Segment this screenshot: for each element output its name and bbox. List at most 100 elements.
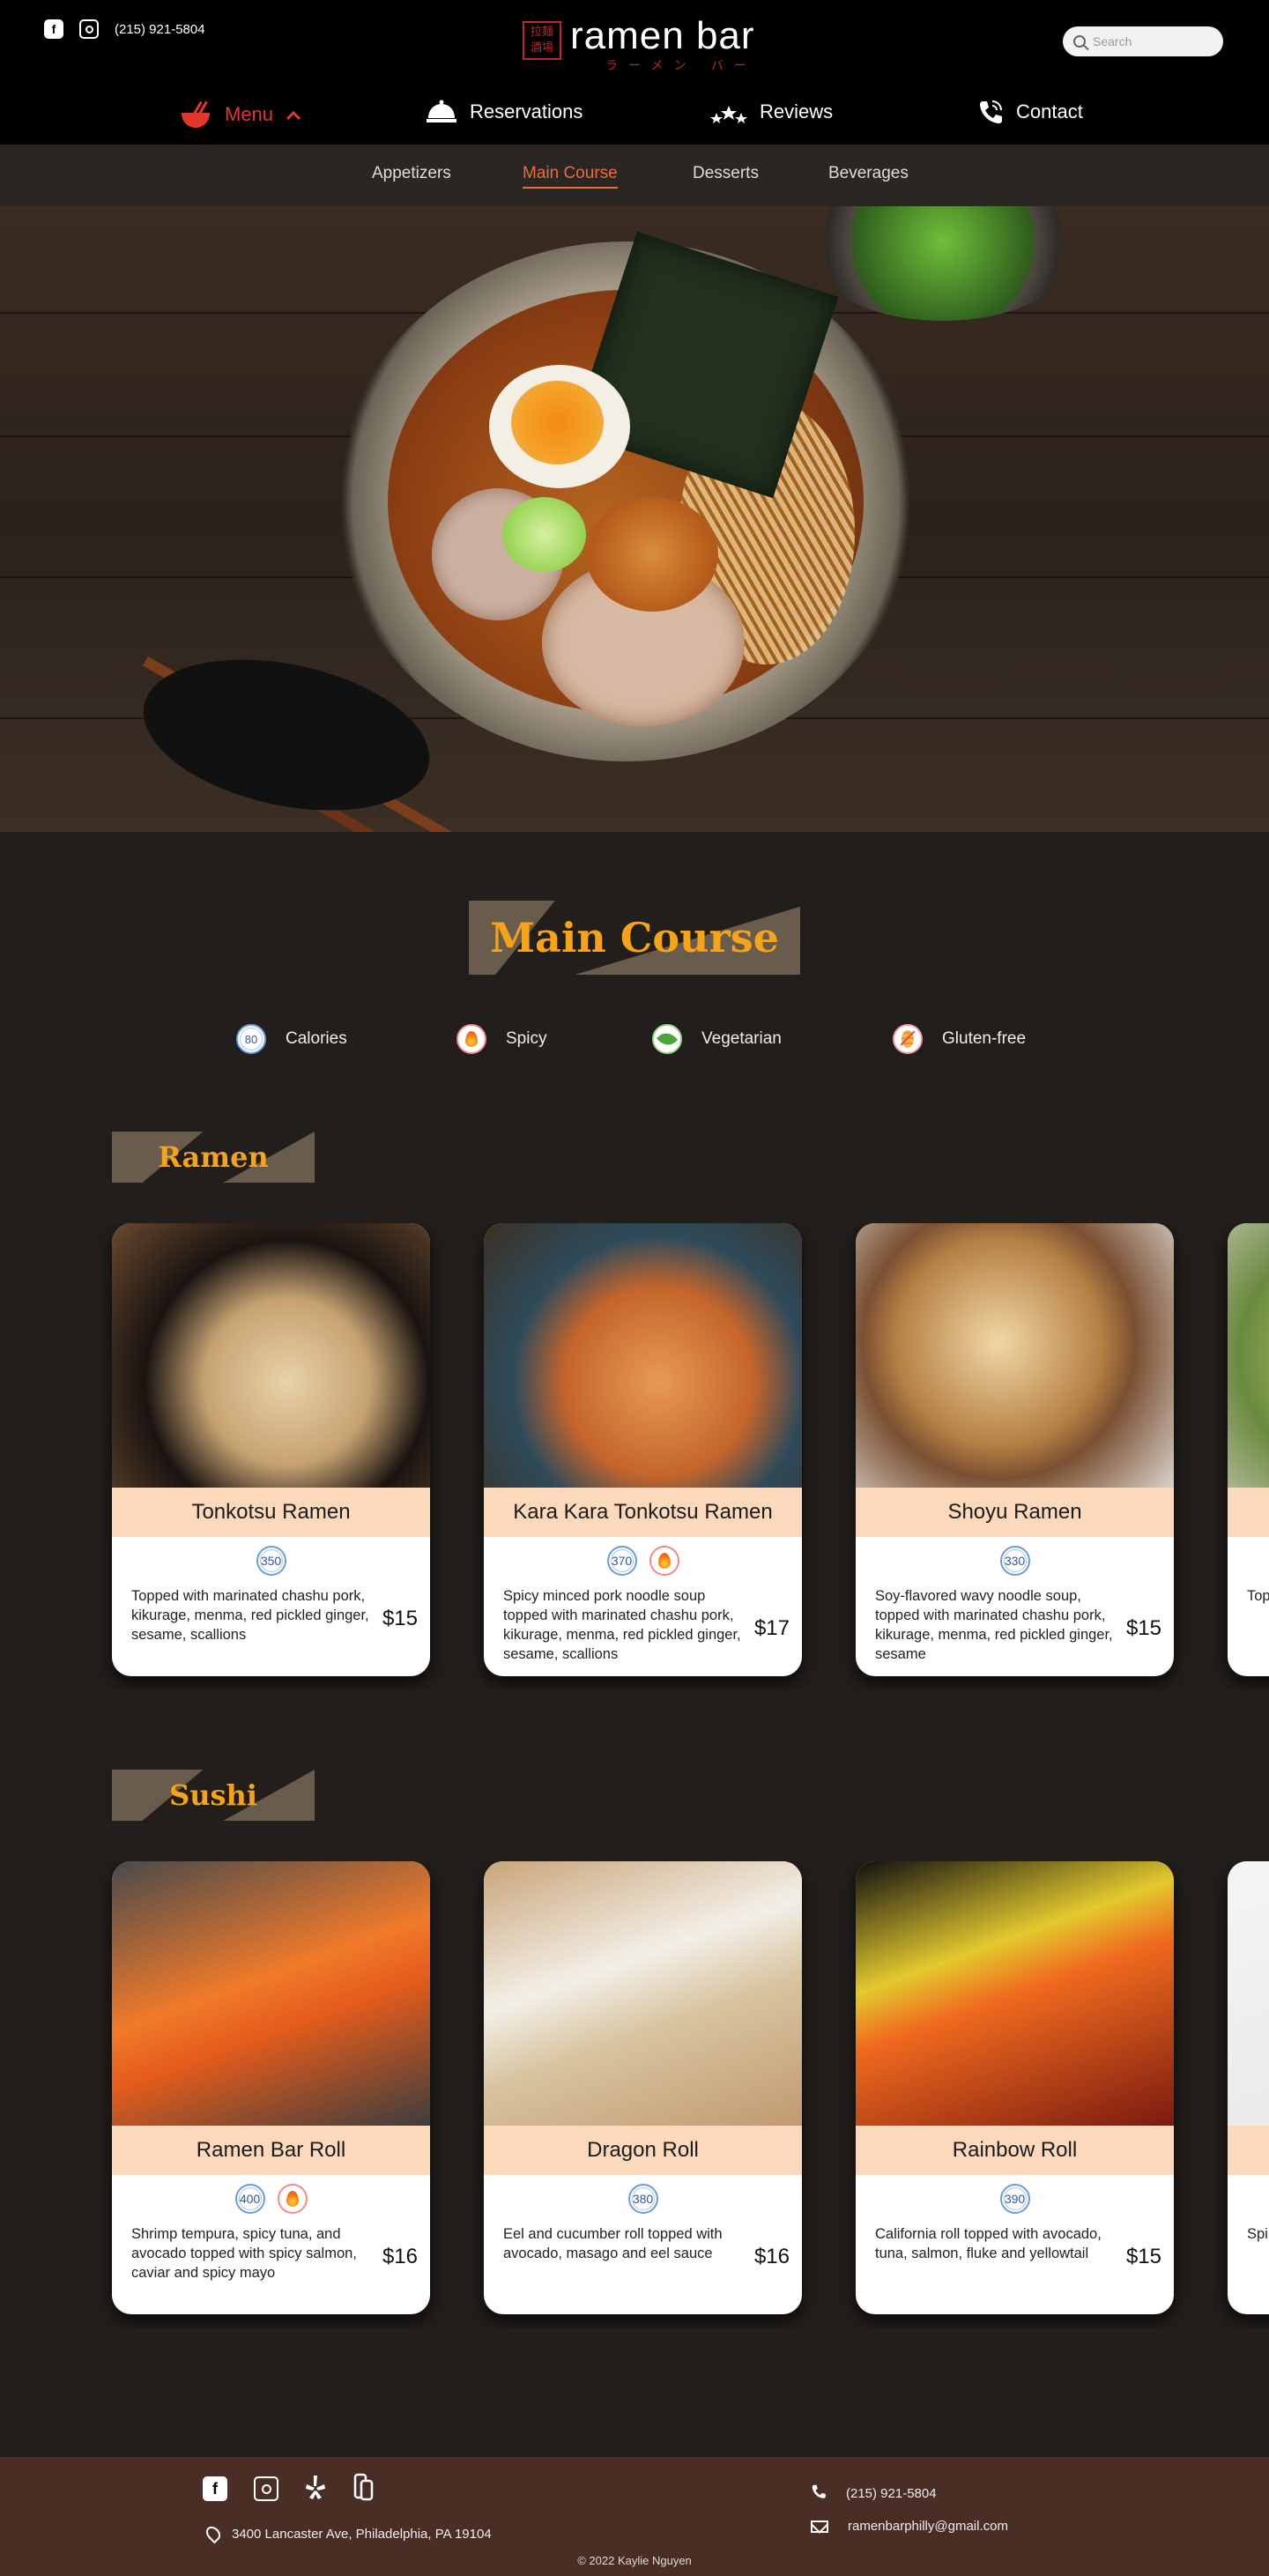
flame-icon	[649, 1546, 679, 1576]
footer-social: f	[203, 2473, 375, 2505]
footer-email[interactable]: ramenbarphilly@gmail.com	[811, 2519, 1008, 2534]
chevron-up-icon	[286, 103, 301, 126]
search-input[interactable]	[1093, 34, 1207, 48]
nav-contact[interactable]: Contact	[977, 99, 1083, 125]
leaf-icon	[652, 1024, 682, 1054]
menu-item-price: $16	[753, 2245, 790, 2268]
menu-item-price: $15	[1125, 1616, 1161, 1640]
top-header: f (215) 921-5804 拉麺酒場 ramen bar ラーメン バー …	[0, 0, 1269, 145]
menu-item-card[interactable]: Spi cuc sal	[1228, 1861, 1269, 2314]
menu-item-photo	[1228, 1223, 1269, 1488]
legend-label: Spicy	[506, 1029, 547, 1048]
mail-icon	[811, 2520, 828, 2533]
menu-item-description: California roll topped with avocado, tun…	[875, 2226, 1102, 2261]
header-phone: (215) 921-5804	[115, 21, 205, 37]
main-nav: Menu Reservations Reviews Contact	[0, 95, 1269, 139]
grubhub-icon[interactable]	[352, 2473, 375, 2505]
yelp-icon[interactable]	[305, 2474, 326, 2504]
copyright: © 2022 Kaylie Nguyen	[0, 2554, 1269, 2567]
footer-phone[interactable]: (215) 921-5804	[811, 2483, 1008, 2503]
sushi-card-row: Ramen Bar Roll 400 Shrimp tempura, spicy t…	[0, 1861, 1269, 2328]
menu-item-name: Shoyu Ramen	[856, 1488, 1174, 1537]
calories-badge: 400	[234, 2184, 265, 2214]
site-logo[interactable]: 拉麺酒場 ramen bar ラーメン バー	[523, 16, 757, 74]
menu-item-photo	[484, 1861, 802, 2126]
menu-item-badges: 380	[484, 2184, 802, 2214]
menu-item-card[interactable]: Tonkotsu Ramen 350 Topped with marinated c…	[112, 1223, 430, 1676]
logo-subtitle: ラーメン バー	[605, 59, 757, 73]
calories-badge: 350	[256, 1546, 286, 1576]
copyright-icon: ©	[577, 2554, 586, 2567]
nav-contact-label: Contact	[1016, 100, 1083, 122]
section-title-banner: Sushi	[112, 1770, 315, 1821]
copyright-text: 2022 Kaylie Nguyen	[589, 2554, 692, 2567]
menu-item-name: Rainbow Roll	[856, 2126, 1174, 2175]
nav-reservations[interactable]: Reservations	[426, 99, 583, 125]
menu-item-price: $15	[382, 1607, 418, 1630]
calories-badge: 380	[627, 2184, 658, 2214]
address-text: 3400 Lancaster Ave, Philadelphia, PA 191…	[232, 2526, 492, 2542]
tab-appetizers[interactable]: Appetizers	[372, 164, 451, 187]
nav-menu-label: Menu	[225, 103, 274, 125]
instagram-icon[interactable]	[79, 19, 99, 39]
header-social: f (215) 921-5804	[44, 19, 205, 39]
menu-item-card[interactable]: Top por nar sca	[1228, 1223, 1269, 1676]
menu-item-description: Soy-flavored wavy noodle soup, topped wi…	[875, 1588, 1113, 1662]
menu-item-name: Dragon Roll	[484, 2126, 802, 2175]
legend-gluten-free: Gluten-free	[893, 1024, 1026, 1054]
section-title-banner: Ramen	[112, 1132, 315, 1183]
section-title: Sushi	[169, 1778, 257, 1812]
email-text: ramenbarphilly@gmail.com	[848, 2519, 1008, 2534]
menu-item-card[interactable]: Dragon Roll 380 Eel and cucumber roll topp…	[484, 1861, 802, 2314]
logo-name: ramen bar	[570, 14, 755, 57]
tab-desserts[interactable]: Desserts	[693, 164, 759, 187]
legend-label: Calories	[286, 1029, 347, 1048]
menu-item-photo	[484, 1223, 802, 1488]
menu-item-photo	[112, 1223, 430, 1488]
legend-label: Vegetarian	[701, 1029, 782, 1048]
footer-contact: (215) 921-5804 ramenbarphilly@gmail.com	[811, 2483, 1008, 2534]
menu-item-badges: 370	[484, 1546, 802, 1576]
menu-item-description: Shrimp tempura, spicy tuna, and avocado …	[131, 2226, 357, 2281]
facebook-icon[interactable]: f	[203, 2476, 227, 2501]
legend-calories: 80 Calories	[236, 1024, 347, 1054]
menu-item-card[interactable]: Shoyu Ramen 330 Soy-flavored wavy noodle s…	[856, 1223, 1174, 1676]
tab-main-course[interactable]: Main Course	[523, 164, 618, 189]
menu-category-tabs: Appetizers Main Course Desserts Beverage…	[0, 145, 1269, 206]
menu-item-photo	[856, 1223, 1174, 1488]
menu-item-name	[1228, 1488, 1269, 1537]
facebook-icon[interactable]: f	[44, 19, 63, 39]
nav-menu[interactable]: Menu	[179, 99, 301, 130]
menu-item-badges: 330	[856, 1546, 1174, 1576]
nav-reviews-label: Reviews	[760, 100, 834, 122]
instagram-icon[interactable]	[254, 2476, 278, 2501]
phone-icon	[977, 99, 1004, 125]
menu-item-price: $17	[753, 1616, 790, 1640]
phone-icon	[811, 2483, 827, 2503]
menu-item-card[interactable]: Ramen Bar Roll 400 Shrimp tempura, spicy t…	[112, 1861, 430, 2314]
cloche-icon	[426, 99, 457, 125]
menu-item-card[interactable]: Kara Kara Tonkotsu Ramen 370 Spicy minced …	[484, 1223, 802, 1676]
footer-address[interactable]: 3400 Lancaster Ave, Philadelphia, PA 191…	[203, 2523, 492, 2544]
menu-item-photo	[112, 1861, 430, 2126]
no-wheat-icon	[893, 1024, 923, 1054]
menu-item-description: Spi cuc sal	[1247, 2226, 1269, 2242]
menu-item-badges: 350	[112, 1546, 430, 1576]
page-title: Main Course	[490, 914, 779, 961]
legend-label: Gluten-free	[942, 1029, 1027, 1048]
menu-item-name: Kara Kara Tonkotsu Ramen	[484, 1488, 802, 1537]
calories-badge: 370	[606, 1546, 637, 1576]
search-box[interactable]	[1063, 26, 1223, 56]
menu-item-card[interactable]: Rainbow Roll 390 California roll topped wi…	[856, 1861, 1174, 2314]
legend-spicy: Spicy	[456, 1024, 546, 1054]
calories-badge: 390	[999, 2184, 1030, 2214]
hero-ramen-image	[0, 206, 1269, 832]
calories-badge: 80	[236, 1024, 266, 1054]
tab-beverages[interactable]: Beverages	[828, 164, 909, 187]
ramen-bowl-icon	[179, 99, 212, 130]
flame-icon	[277, 2184, 308, 2214]
menu-item-description: Eel and cucumber roll topped with avocad…	[503, 2226, 723, 2261]
page-title-banner: Main Course	[469, 901, 800, 975]
menu-item-price: $16	[382, 2245, 418, 2268]
nav-reviews[interactable]: Reviews	[710, 100, 833, 123]
